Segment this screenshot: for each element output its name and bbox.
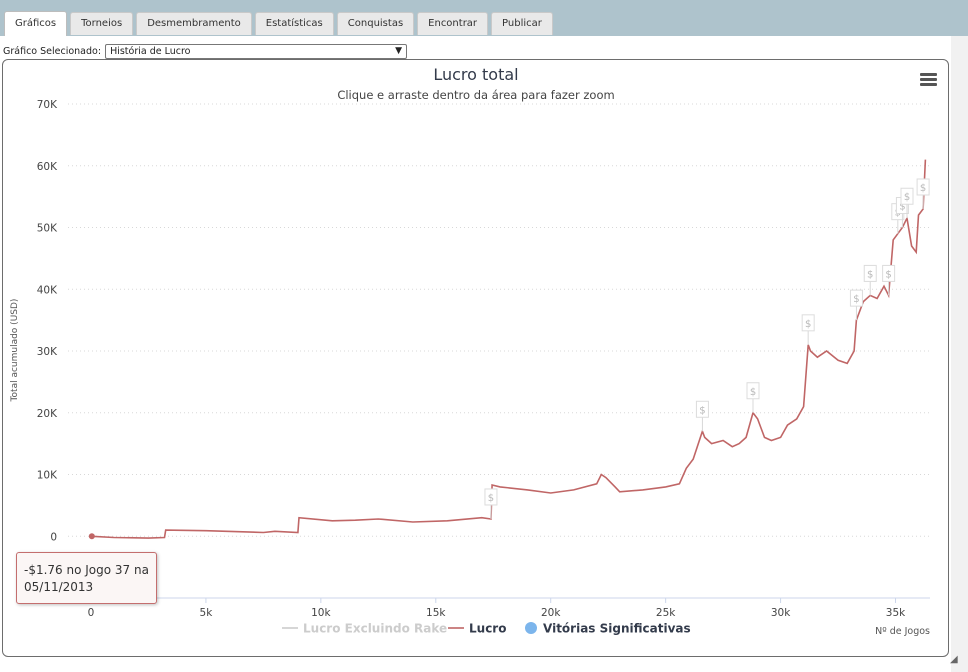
y-tick-label: 60K [37,161,58,173]
x-tick-label: 25k [656,607,676,619]
dollar-icon: $ [699,405,705,416]
significant-win-flags: $$$$$$$$$$$ [484,178,930,519]
significant-win-flag[interactable]: $ [695,400,709,432]
grid-lines [68,103,930,537]
hamburger-menu-icon[interactable] [920,73,937,87]
tooltip-line-2: 05/11/2013 [24,580,94,594]
legend-label: Lucro Excluindo Rake [303,622,447,636]
hover-point [88,533,95,540]
x-axis-label: Nº de Jogos [875,626,930,637]
chart-subtitle: Clique e arraste dentro da área para faz… [337,88,614,102]
legend-label: Vitórias Significativas [543,622,691,636]
significant-win-flag[interactable]: $ [863,264,877,296]
x-tick-label: 0 [88,607,95,619]
y-axis-label: Total acumulado (USD) [10,299,20,403]
vertical-scrollbar[interactable] [951,36,968,672]
dollar-icon: $ [750,387,756,398]
y-tick-label: 50K [37,223,58,235]
significant-win-flag[interactable]: $ [801,314,815,345]
dollar-icon: $ [488,493,494,504]
significant-win-flag[interactable]: $ [484,488,498,519]
tooltip-line-1: -$1.76 no Jogo 37 na [24,563,149,577]
dollar-icon: $ [805,319,811,330]
x-tick-labels: 0 5k 10k 15k 20k 25k 30k 35k [88,598,906,619]
dollar-icon: $ [920,183,926,194]
x-tick-label: 5k [200,607,214,619]
legend-item[interactable]: Lucro [448,622,506,636]
legend-label: Lucro [469,622,506,636]
chart-title: Lucro total [433,65,518,84]
y-tick-label: 30K [37,346,58,358]
y-tick-label: 40K [37,284,58,296]
x-tick-label: 30k [771,607,791,619]
y-tick-label: 70K [37,99,58,111]
x-tick-label: 35k [886,607,906,619]
dollar-icon: $ [885,269,891,280]
significant-win-flag[interactable]: $ [882,264,896,296]
tooltip: -$1.76 no Jogo 37 na 05/11/2013 [16,552,157,604]
y-tick-label: 0 [50,531,57,543]
y-tick-label: 20K [37,408,58,420]
resize-grip-icon[interactable]: ◢ [950,654,958,665]
x-tick-label: 20k [541,607,561,619]
legend-marker-dot [525,622,537,634]
x-tick-label: 15k [426,607,446,619]
legend: Lucro Excluindo Rake Lucro Vitórias Signif… [282,622,691,636]
significant-win-flag[interactable]: $ [916,178,930,209]
y-tick-labels: 0 10K 20K 30K 40K 50K 60K 70K [37,99,58,543]
significant-win-flag[interactable]: $ [746,382,760,413]
y-tick-label: 10K [37,470,58,482]
x-tick-label: 10k [311,607,331,619]
significant-win-flag[interactable]: $ [849,289,863,321]
legend-item[interactable]: Lucro Excluindo Rake [282,622,447,636]
series-line-lucro[interactable] [91,159,927,539]
dollar-icon: $ [904,192,910,203]
legend-item[interactable]: Vitórias Significativas [525,622,691,636]
dollar-icon: $ [867,269,873,280]
dollar-icon: $ [853,294,859,305]
